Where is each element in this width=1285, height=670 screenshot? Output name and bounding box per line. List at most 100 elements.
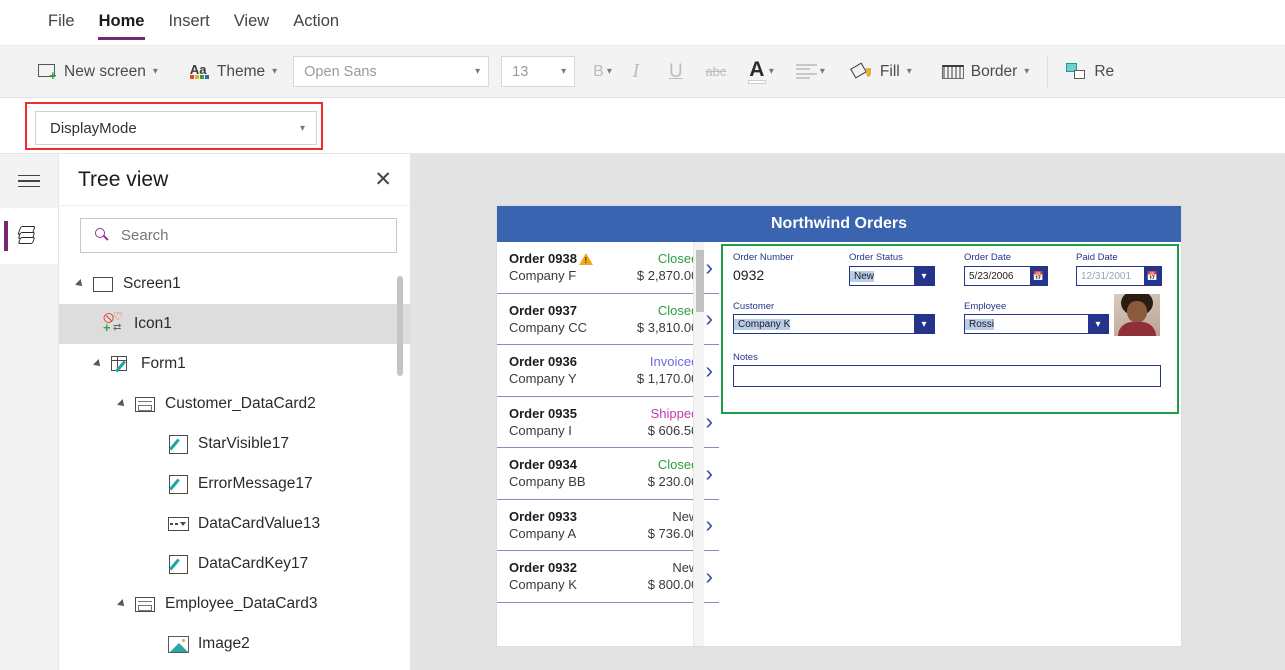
tab-insert[interactable]: Insert — [156, 0, 221, 46]
order-status-dropdown[interactable]: New ▾ — [849, 266, 935, 286]
new-screen-button[interactable]: + New screen ▾ — [28, 52, 168, 92]
tree-item-datacardkey17[interactable]: DataCardKey17 — [59, 544, 410, 584]
app-canvas: Northwind Orders Order 0938 Closed — [497, 206, 1181, 646]
underline-button[interactable]: U — [656, 52, 696, 92]
gallery-item[interactable]: Order 0938 Closed Company F $ 2,870.00 › — [497, 242, 719, 294]
new-screen-icon: + — [38, 63, 57, 82]
notes-input[interactable] — [733, 365, 1161, 387]
customer-value: Company K — [734, 318, 791, 330]
expand-chevron-icon[interactable] — [117, 399, 127, 409]
company-name: Company BB — [509, 474, 586, 490]
tree-view-scrollbar[interactable] — [397, 276, 403, 376]
chevron-down-icon[interactable]: ▾ — [914, 315, 934, 333]
search-box[interactable] — [80, 218, 397, 253]
order-date-label: Order Date — [964, 252, 1011, 263]
font-name-select[interactable]: Open Sans ▾ — [293, 56, 490, 87]
gallery-item[interactable]: Order 0935 Shipped Company I $ 606.50 › — [497, 397, 719, 448]
tree-item-icon1[interactable]: 🚫 ♡ + ⇄ Icon1 — [59, 304, 410, 344]
border-button[interactable]: Border ▾ — [932, 52, 1040, 92]
tab-action[interactable]: Action — [281, 0, 351, 46]
tree-view-panel: Tree view ✕ Screen1 🚫♡ — [59, 154, 411, 670]
tree-item-errormessage17[interactable]: ErrorMessage17 — [59, 464, 410, 504]
chevron-right-icon[interactable]: › — [705, 410, 713, 433]
tree-item-datacardvalue13[interactable]: DataCardValue13 — [59, 504, 410, 544]
gallery-item[interactable]: Order 0937 Closed Company CC $ 3,810.00 … — [497, 294, 719, 345]
align-left-icon — [795, 63, 817, 80]
order-number: Order 0933 — [509, 508, 577, 524]
align-button[interactable]: ▾ — [792, 63, 829, 80]
chevron-down-icon[interactable]: ▾ — [1088, 315, 1108, 333]
font-color-button[interactable]: A ▾ — [744, 59, 778, 84]
gallery-scrollbar-thumb[interactable] — [695, 250, 704, 312]
chevron-down-icon: ▾ — [1024, 66, 1030, 77]
order-date-picker[interactable]: 5/23/2006 📅 — [964, 266, 1048, 286]
reorder-icon — [1066, 62, 1087, 81]
order-amount: $ 3,810.00 — [636, 319, 699, 335]
tree-item-starvisible17[interactable]: StarVisible17 — [59, 424, 410, 464]
calendar-icon[interactable]: 📅 — [1144, 267, 1161, 285]
form-icon — [110, 354, 132, 374]
tree-item-form1[interactable]: Form1 — [59, 344, 410, 384]
strikethrough-button[interactable]: abc — [696, 52, 736, 92]
theme-button[interactable]: Aa Theme ▾ — [180, 52, 287, 92]
gallery-item[interactable]: Order 0932 New Company K $ 800.00 › — [497, 551, 719, 603]
order-number-value: 0932 — [733, 267, 765, 283]
close-icon[interactable]: ✕ — [374, 169, 392, 190]
expand-chevron-icon[interactable] — [75, 279, 85, 289]
warning-icon — [578, 252, 593, 265]
tree-item-screen1[interactable]: Screen1 — [59, 264, 410, 304]
tree-item-image2[interactable]: Image2 — [59, 624, 410, 664]
tree-item-label: DataCardKey17 — [198, 555, 309, 572]
tab-home[interactable]: Home — [87, 0, 157, 46]
customer-dropdown[interactable]: Company K ▾ — [733, 314, 935, 334]
tab-file[interactable]: File — [36, 0, 87, 46]
chevron-down-icon[interactable]: ▾ — [914, 267, 934, 285]
tree-item-employee-datacard3[interactable]: Employee_DataCard3 — [59, 584, 410, 624]
expand-chevron-icon[interactable] — [117, 599, 127, 609]
notes-label: Notes — [733, 352, 758, 363]
order-amount: $ 606.50 — [647, 422, 699, 438]
chevron-down-icon: ▾ — [152, 66, 158, 77]
theme-label: Theme — [216, 62, 266, 80]
chevron-right-icon[interactable]: › — [705, 358, 713, 382]
font-name-value: Open Sans — [304, 63, 377, 80]
chevron-right-icon[interactable]: › — [705, 307, 713, 330]
chevron-right-icon[interactable]: › — [705, 513, 713, 536]
powerapps-studio-window: File Home Insert View Action + New scree… — [0, 0, 1285, 670]
employee-dropdown[interactable]: Rossi ▾ — [964, 314, 1109, 334]
italic-button[interactable]: I — [616, 52, 656, 92]
italic-icon: I — [632, 60, 640, 82]
chevron-right-icon[interactable]: › — [705, 564, 713, 588]
orders-gallery[interactable]: Order 0938 Closed Company F $ 2,870.00 › — [497, 242, 719, 646]
search-input[interactable] — [121, 227, 351, 244]
employee-label: Employee — [964, 301, 1007, 312]
paid-date-picker[interactable]: 12/31/2001 📅 — [1076, 266, 1162, 286]
strikethrough-icon: abc — [705, 64, 727, 79]
tab-view[interactable]: View — [222, 0, 281, 46]
paid-date-value: 12/31/2001 — [1081, 270, 1132, 282]
tree-item-label: Image2 — [198, 635, 250, 652]
chevron-right-icon[interactable]: › — [705, 255, 713, 279]
company-name: Company K — [509, 577, 577, 593]
gallery-scrollbar[interactable] — [693, 242, 704, 646]
property-select-highlight: DisplayMode ▾ — [25, 102, 323, 150]
gallery-item[interactable]: Order 0934 Closed Company BB $ 230.00 › — [497, 448, 719, 500]
menu-toggle-button[interactable] — [0, 154, 58, 208]
font-size-select[interactable]: 13 ▾ — [501, 56, 576, 87]
tree-item-customer-datacard2[interactable]: Customer_DataCard2 — [59, 384, 410, 424]
tree-item-label: Customer_DataCard2 — [165, 395, 316, 412]
property-select[interactable]: DisplayMode ▾ — [35, 111, 317, 145]
font-color-icon: A — [747, 59, 766, 84]
chevron-right-icon[interactable]: › — [705, 461, 713, 485]
gallery-item[interactable]: Order 0936 Invoiced Company Y $ 1,170.00… — [497, 345, 719, 397]
rail-item-tree-view[interactable] — [0, 208, 58, 264]
calendar-icon[interactable]: 📅 — [1030, 267, 1047, 285]
app-title-bar: Northwind Orders — [497, 206, 1181, 242]
reorder-button[interactable]: Re — [1056, 52, 1124, 92]
font-size-value: 13 — [512, 63, 529, 80]
fill-button[interactable]: Fill ▾ — [841, 52, 922, 92]
gallery-item[interactable]: Order 0933 New Company A $ 736.00 › — [497, 500, 719, 551]
datacard-icon — [134, 394, 156, 414]
expand-chevron-icon[interactable] — [93, 359, 103, 369]
bold-button[interactable]: B ▾ — [589, 63, 616, 81]
